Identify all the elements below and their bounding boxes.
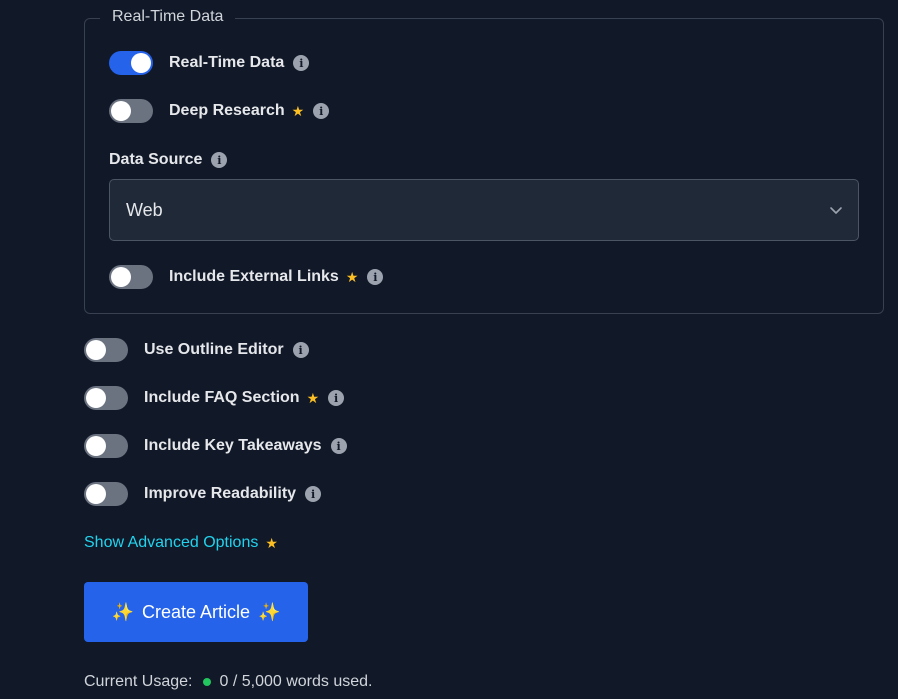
toggle-knob [86,484,106,504]
star-icon: ★ [291,103,305,119]
data-source-select[interactable]: Web [109,179,859,241]
current-usage: Current Usage: 0 / 5,000 words used. [84,672,372,692]
create-article-label: Create Article [141,601,251,622]
toggle-knob [111,267,131,287]
faq-section-toggle[interactable] [84,386,128,410]
readability-row: Improve Readability i [84,482,322,506]
deep-research-row: Deep Research ★ i [109,99,330,123]
faq-section-row: Include FAQ Section ★ i [84,386,345,410]
external-links-label: Include External Links [169,268,339,285]
chevron-down-icon [830,207,842,214]
usage-value: 0 / 5,000 words used. [219,673,373,690]
realtime-data-toggle[interactable] [109,51,153,75]
realtime-data-row: Real-Time Data i [109,51,310,75]
toggle-knob [86,388,106,408]
info-icon[interactable]: i [328,390,345,406]
status-dot-icon [202,678,211,686]
info-icon[interactable]: i [305,486,322,502]
data-source-label: Data Source [109,151,203,168]
info-icon[interactable]: i [293,55,310,71]
show-advanced-options-link[interactable]: Show Advanced Options [84,534,258,552]
key-takeaways-row: Include Key Takeaways i [84,434,347,458]
readability-label: Improve Readability [144,485,297,502]
toggle-knob [86,436,106,456]
create-article-button[interactable]: ✨ Create Article ✨ [84,582,308,642]
star-icon: ★ [306,390,320,406]
realtime-data-legend: Real-Time Data [100,7,236,27]
data-source-value: Web [126,199,163,220]
deep-research-toggle[interactable] [109,99,153,123]
toggle-knob [111,101,131,121]
sparkles-icon: ✨ [258,601,281,622]
info-icon[interactable]: i [313,103,330,119]
deep-research-label: Deep Research [169,102,285,119]
external-links-row: Include External Links ★ i [109,265,384,289]
faq-section-label: Include FAQ Section [144,389,300,406]
info-icon[interactable]: i [292,342,309,358]
star-icon: ★ [345,269,359,285]
toggle-knob [131,53,151,73]
info-icon[interactable]: i [211,152,228,168]
outline-editor-toggle[interactable] [84,338,128,362]
readability-toggle[interactable] [84,482,128,506]
sparkles-icon: ✨ [111,601,134,622]
toggle-knob [86,340,106,360]
key-takeaways-label: Include Key Takeaways [144,437,322,454]
key-takeaways-toggle[interactable] [84,434,128,458]
realtime-data-label: Real-Time Data [169,54,285,71]
info-icon[interactable]: i [330,438,347,454]
advanced-options-row: Show Advanced Options ★ [84,531,278,555]
article-settings-panel: Real-Time Data Real-Time Data i Deep Res… [0,0,898,699]
info-icon[interactable]: i [367,269,384,285]
outline-editor-row: Use Outline Editor i [84,338,309,362]
star-icon: ★ [265,535,278,551]
external-links-toggle[interactable] [109,265,153,289]
data-source-label-row: Data Source i [109,148,228,172]
usage-prefix: Current Usage: [84,673,193,690]
outline-editor-label: Use Outline Editor [144,341,284,358]
